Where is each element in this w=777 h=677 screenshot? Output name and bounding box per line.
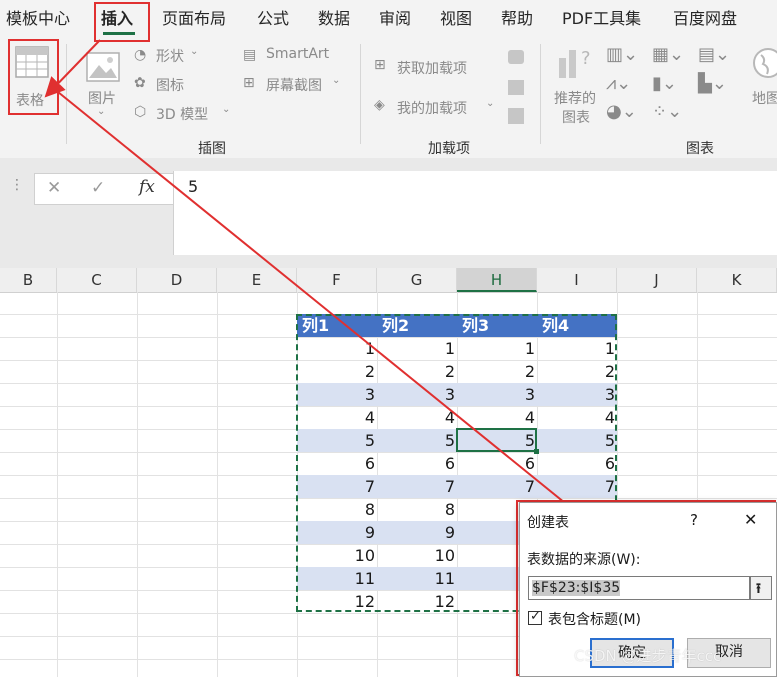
dialog-title: 创建表 [527, 515, 569, 531]
help-button[interactable]: ? [690, 511, 698, 529]
source-label: 表数据的来源(W): [527, 552, 641, 568]
upload-arrow-icon: ⭱ [756, 581, 761, 597]
watermark: CSDN @进步青年ccc [574, 647, 722, 665]
range-value: $F$23:$I$35 [532, 580, 621, 596]
check-icon: ✓ [530, 609, 541, 624]
collapse-dialog-button[interactable]: ⭱ [750, 576, 772, 600]
has-headers-checkbox[interactable]: ✓ [528, 609, 542, 625]
range-input[interactable]: $F$23:$I$35 [528, 576, 750, 600]
has-headers-label[interactable]: 表包含标题(M) [548, 609, 641, 629]
close-button[interactable]: ✕ [744, 510, 757, 529]
